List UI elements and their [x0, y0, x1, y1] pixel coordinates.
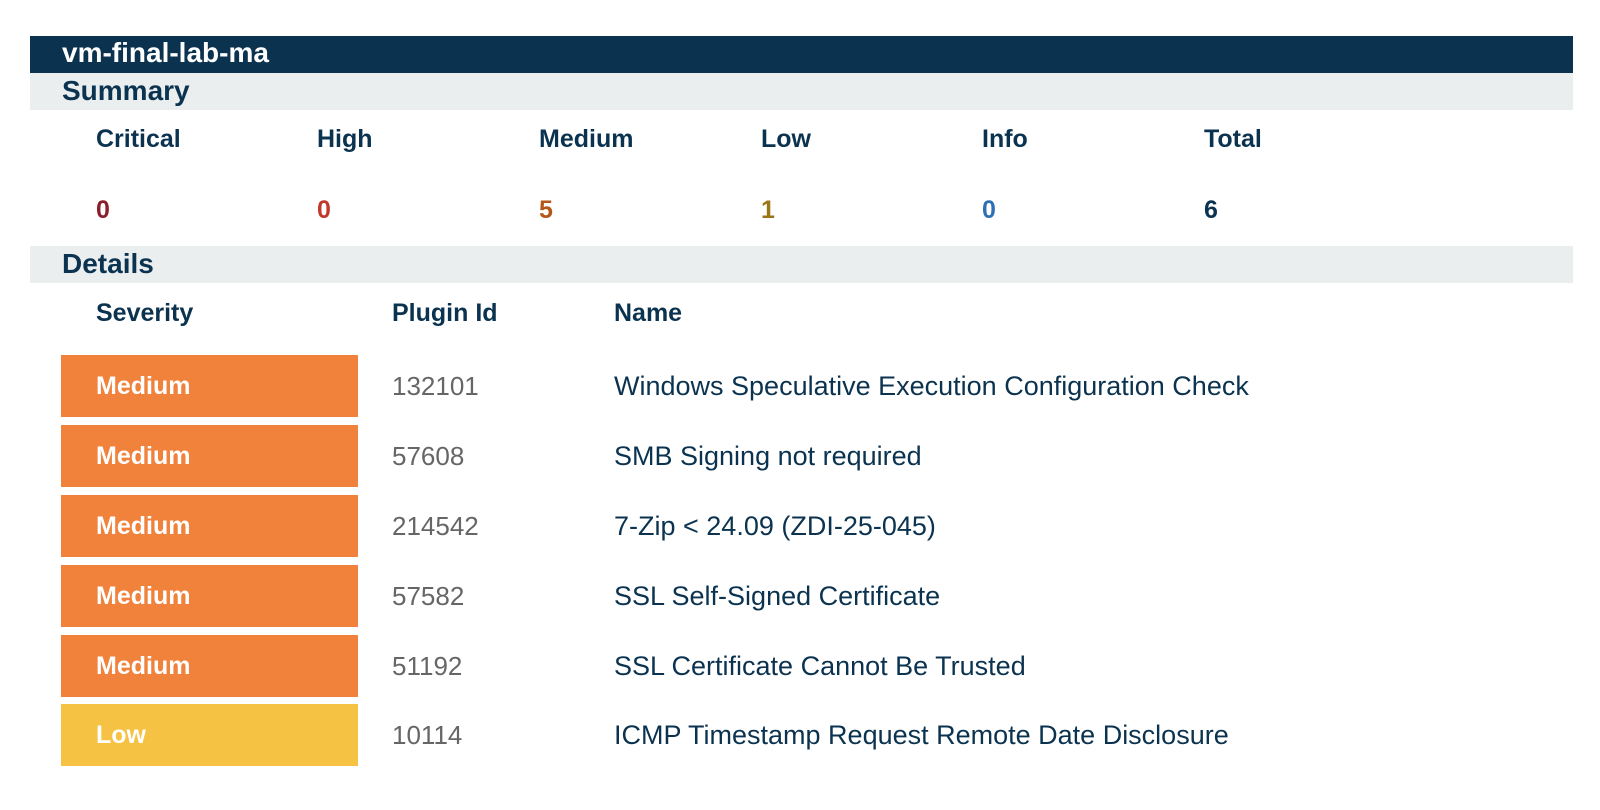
plugin-name: 7-Zip < 24.09 (ZDI-25-045)	[614, 511, 936, 541]
table-row: Medium 57608 SMB Signing not required	[0, 425, 1600, 487]
summary-value-total: 6	[1204, 196, 1218, 224]
severity-badge: Medium	[61, 635, 358, 697]
summary-value-low: 1	[761, 196, 775, 224]
plugin-id: 132101	[392, 371, 479, 401]
column-header-plugin-id: Plugin Id	[392, 299, 498, 327]
plugin-name: ICMP Timestamp Request Remote Date Discl…	[614, 720, 1229, 750]
severity-badge: Medium	[61, 565, 358, 627]
plugin-name: SSL Self-Signed Certificate	[614, 581, 941, 611]
summary-value-info: 0	[982, 196, 996, 224]
plugin-name: SSL Certificate Cannot Be Trusted	[614, 651, 1026, 681]
plugin-id: 214542	[392, 511, 479, 541]
plugin-id: 10114	[392, 720, 463, 750]
plugin-id: 57582	[392, 581, 465, 611]
severity-badge: Low	[61, 704, 358, 766]
table-row: Medium 51192 SSL Certificate Cannot Be T…	[0, 635, 1600, 697]
column-header-severity: Severity	[96, 299, 194, 327]
table-row: Medium 132101 Windows Speculative Execut…	[0, 355, 1600, 417]
table-row: Medium 57582 SSL Self-Signed Certificate	[0, 565, 1600, 627]
severity-badge: Medium	[61, 425, 358, 487]
summary-label-info: Info	[982, 125, 1028, 153]
plugin-id: 57608	[392, 441, 465, 471]
details-heading: Details	[30, 246, 1573, 283]
column-header-name: Name	[614, 299, 683, 327]
host-title: vm-final-lab-ma	[30, 36, 1573, 73]
plugin-name: Windows Speculative Execution Configurat…	[614, 371, 1249, 401]
plugin-name: SMB Signing not required	[614, 441, 922, 471]
summary-label-critical: Critical	[96, 125, 181, 153]
summary-heading: Summary	[30, 73, 1573, 110]
plugin-id: 51192	[392, 651, 463, 681]
summary-label-medium: Medium	[539, 125, 634, 153]
severity-badge: Medium	[61, 355, 358, 417]
severity-badge: Medium	[61, 495, 358, 557]
summary-value-high: 0	[317, 196, 331, 224]
summary-value-critical: 0	[96, 196, 110, 224]
summary-label-low: Low	[761, 125, 811, 153]
table-row: Medium 214542 7-Zip < 24.09 (ZDI-25-045)	[0, 495, 1600, 557]
table-row: Low 10114 ICMP Timestamp Request Remote …	[0, 704, 1600, 766]
summary-label-total: Total	[1204, 125, 1262, 153]
summary-value-medium: 5	[539, 196, 553, 224]
summary-label-high: High	[317, 125, 373, 153]
